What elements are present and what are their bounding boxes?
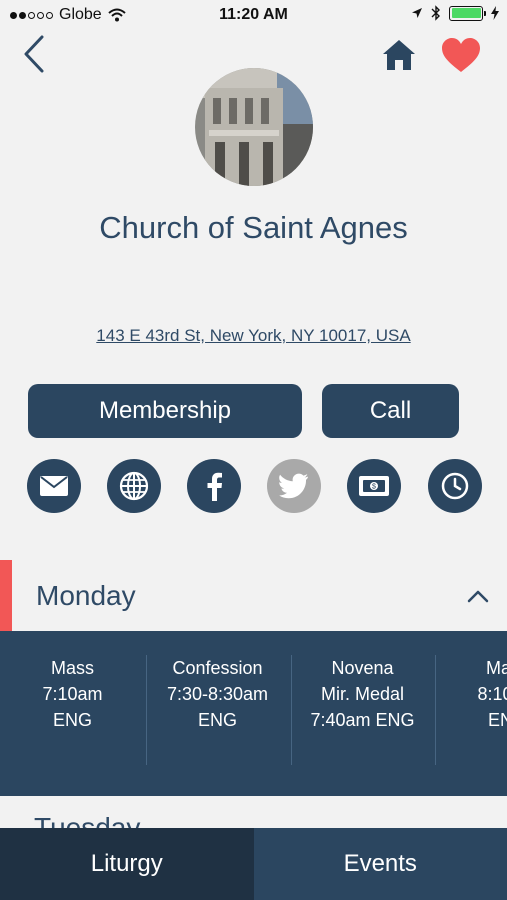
church-name: Church of Saint Agnes bbox=[99, 210, 408, 245]
back-button[interactable] bbox=[18, 34, 52, 74]
bluetooth-icon bbox=[431, 5, 440, 21]
charging-icon bbox=[491, 6, 499, 20]
svg-text:$: $ bbox=[372, 484, 376, 491]
schedule-item-subtitle: Mir. Medal bbox=[320, 684, 405, 704]
tab-bar: Liturgy Events bbox=[0, 828, 507, 900]
schedule-item[interactable]: Novena Mir. Medal 7:40am ENG bbox=[290, 655, 435, 733]
day-accent-bar bbox=[0, 560, 12, 632]
day-label: Monday bbox=[36, 580, 136, 611]
tab-events[interactable]: Events bbox=[253, 828, 507, 900]
twitter-icon bbox=[279, 473, 308, 499]
schedule-item-language: ENG bbox=[52, 710, 92, 730]
schedule-item[interactable]: Mass 8:10am ENG bbox=[435, 655, 507, 733]
facebook-icon bbox=[207, 472, 222, 501]
schedule-item-time: 8:10am bbox=[477, 684, 507, 704]
address-link[interactable]: 143 E 43rd St, New York, NY 10017, USA bbox=[0, 326, 507, 346]
globe-icon bbox=[119, 471, 149, 501]
donate-button[interactable]: $ bbox=[347, 459, 401, 513]
schedule-item-time: 7:40am ENG bbox=[310, 710, 415, 730]
schedule-item[interactable]: Mass 7:10am ENG bbox=[0, 655, 145, 733]
email-button[interactable] bbox=[27, 459, 81, 513]
church-photo bbox=[195, 68, 313, 186]
hours-button[interactable] bbox=[428, 459, 482, 513]
favorite-button[interactable] bbox=[440, 36, 482, 74]
tab-liturgy[interactable]: Liturgy bbox=[0, 828, 254, 900]
schedule-item-type: Mass bbox=[485, 658, 507, 678]
schedule-item-type: Mass bbox=[50, 658, 94, 678]
schedule-item-language: ENG bbox=[197, 710, 237, 730]
clock-icon bbox=[441, 472, 469, 500]
home-icon bbox=[383, 40, 415, 70]
schedule-item-time: 7:10am bbox=[42, 684, 103, 704]
schedule-item-type: Novena bbox=[331, 658, 394, 678]
money-icon: $ bbox=[359, 476, 389, 496]
heart-icon bbox=[442, 38, 480, 72]
status-right bbox=[411, 5, 499, 21]
twitter-button[interactable] bbox=[267, 459, 321, 513]
schedule-strip[interactable]: Mass 7:10am ENG Confession 7:30-8:30am E… bbox=[0, 631, 507, 796]
schedule-item-type: Confession bbox=[172, 658, 263, 678]
schedule-item[interactable]: Confession 7:30-8:30am ENG bbox=[145, 655, 290, 733]
call-button[interactable]: Call bbox=[322, 384, 459, 438]
membership-button[interactable]: Membership bbox=[28, 384, 302, 438]
email-icon bbox=[40, 476, 68, 496]
day-header-monday[interactable]: Monday bbox=[0, 560, 507, 632]
location-icon bbox=[412, 8, 422, 18]
chevron-up-icon bbox=[467, 590, 489, 603]
schedule-item-language: ENG bbox=[487, 710, 507, 730]
status-bar: Globe 11:20 AM bbox=[0, 0, 507, 30]
website-button[interactable] bbox=[107, 459, 161, 513]
chevron-left-icon bbox=[24, 35, 44, 73]
battery-icon bbox=[449, 5, 486, 21]
home-button[interactable] bbox=[380, 38, 418, 72]
schedule-item-time: 7:30-8:30am bbox=[166, 684, 269, 704]
facebook-button[interactable] bbox=[187, 459, 241, 513]
